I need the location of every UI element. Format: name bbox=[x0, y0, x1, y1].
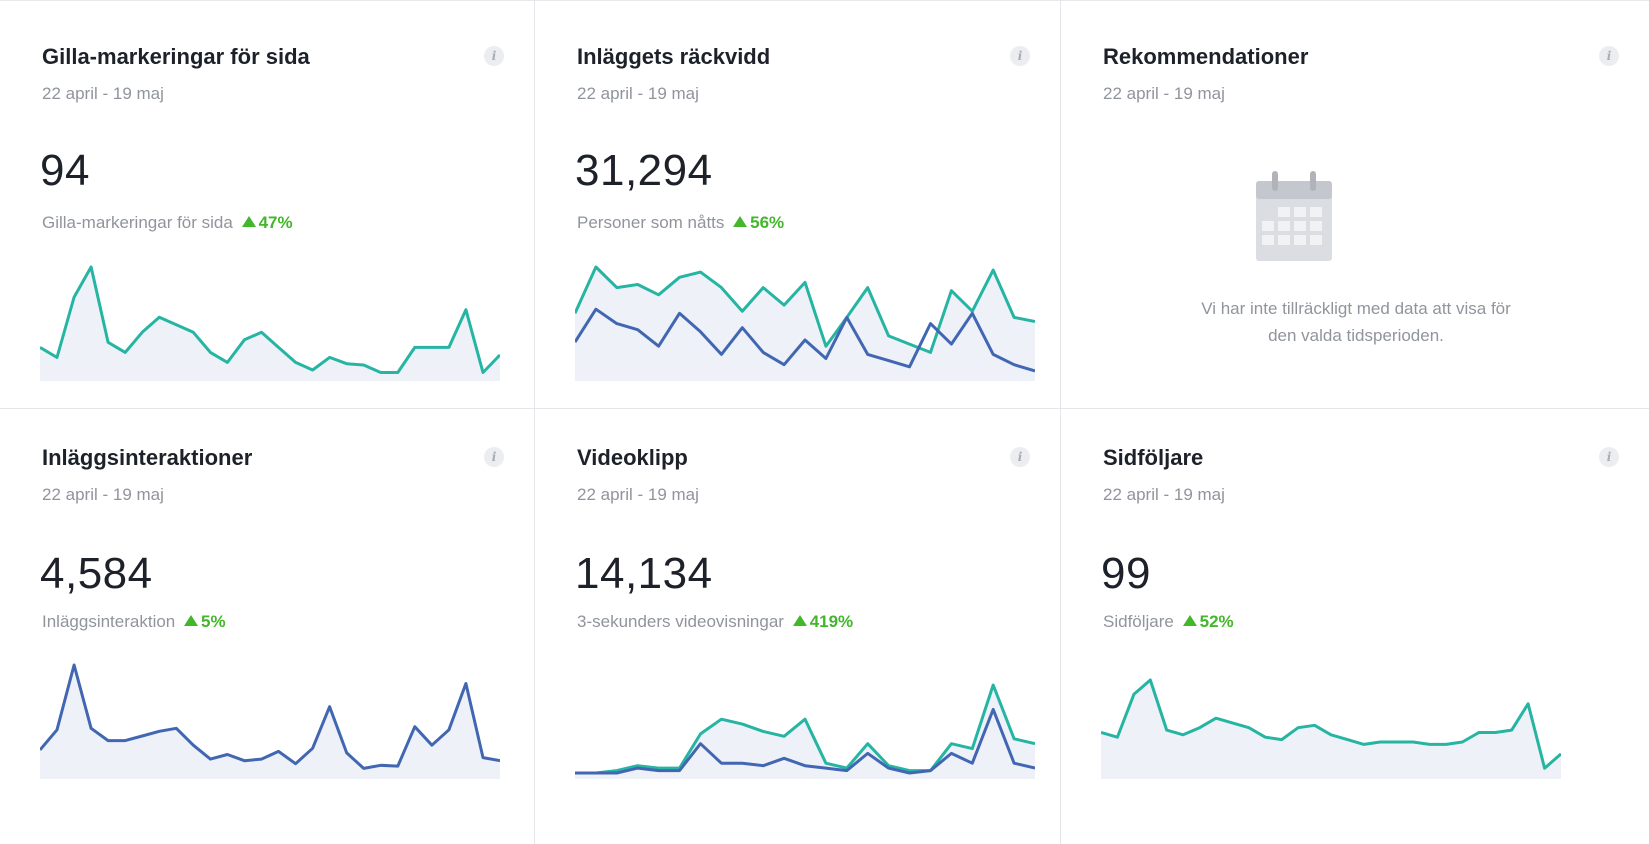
delta-badge: 56% bbox=[733, 213, 784, 232]
sparkline bbox=[40, 663, 500, 779]
sparkline bbox=[40, 265, 500, 381]
up-arrow-icon bbox=[241, 216, 256, 227]
delta-value: 419% bbox=[809, 612, 854, 631]
delta-badge: 47% bbox=[241, 213, 293, 232]
card-title: Sidföljare bbox=[1103, 445, 1204, 470]
delta-value: 56% bbox=[750, 213, 785, 232]
sparkline bbox=[1101, 678, 1561, 779]
card-date: 22 april - 19 maj bbox=[1103, 84, 1225, 103]
card-date: 22 april - 19 maj bbox=[42, 84, 164, 103]
card-value: 14,134 bbox=[575, 549, 713, 598]
card-date: 22 april - 19 maj bbox=[1103, 485, 1225, 504]
sparkline-area bbox=[40, 267, 500, 381]
card-followers[interactable]: Sidföljare 22 april - 19 maj i 99 Sidföl… bbox=[1061, 409, 1649, 844]
card-metric: Personer som nåtts 56% bbox=[577, 213, 784, 233]
up-arrow-icon bbox=[792, 615, 807, 626]
sparkline bbox=[575, 683, 1035, 779]
card-value: 94 bbox=[40, 146, 90, 195]
card-value: 99 bbox=[1101, 549, 1151, 598]
card-value: 4,584 bbox=[40, 549, 153, 598]
delta-value: 5% bbox=[201, 612, 226, 631]
card-title: Inläggets räckvidd bbox=[577, 44, 771, 69]
metric-label: Personer som nåtts bbox=[577, 213, 725, 232]
info-icon[interactable]: i bbox=[484, 447, 504, 467]
delta-badge: 52% bbox=[1182, 612, 1234, 631]
card-metric: Inläggsinteraktion 5% bbox=[42, 612, 226, 632]
card-metric: Gilla-markeringar för sida 47% bbox=[42, 213, 293, 233]
empty-state-line: den valda tidsperioden. bbox=[1268, 326, 1444, 345]
delta-value: 47% bbox=[258, 213, 293, 232]
card-metric: 3-sekunders videovisningar 419% bbox=[577, 612, 853, 632]
card-post-reach[interactable]: Inläggets räckvidd 22 april - 19 maj i 3… bbox=[535, 1, 1061, 409]
info-icon[interactable]: i bbox=[484, 46, 504, 66]
delta-badge: 5% bbox=[184, 612, 226, 631]
insights-grid: Gilla-markeringar för sida 22 april - 19… bbox=[0, 0, 1649, 844]
card-title: Videoklipp bbox=[577, 445, 688, 470]
metric-label: Gilla-markeringar för sida bbox=[42, 213, 233, 232]
card-date: 22 april - 19 maj bbox=[42, 485, 164, 504]
card-post-engagement[interactable]: Inläggsinteraktioner 22 april - 19 maj i… bbox=[0, 409, 535, 844]
card-title: Inläggsinteraktioner bbox=[42, 445, 253, 470]
info-icon[interactable]: i bbox=[1010, 447, 1030, 467]
metric-label: Sidföljare bbox=[1103, 612, 1174, 631]
info-icon[interactable]: i bbox=[1599, 447, 1619, 467]
info-icon[interactable]: i bbox=[1599, 46, 1619, 66]
up-arrow-icon bbox=[733, 216, 748, 227]
card-page-likes[interactable]: Gilla-markeringar för sida 22 april - 19… bbox=[0, 1, 535, 409]
card-metric: Sidföljare 52% bbox=[1103, 612, 1234, 632]
card-title: Rekommendationer bbox=[1103, 44, 1309, 69]
delta-value: 52% bbox=[1199, 612, 1234, 631]
empty-state-message: Vi har inte tillräckligt med data att vi… bbox=[1101, 295, 1611, 349]
sparkline bbox=[575, 265, 1035, 381]
up-arrow-icon bbox=[1182, 615, 1197, 626]
sparkline-area bbox=[40, 665, 500, 779]
calendar-icon bbox=[1256, 171, 1332, 261]
up-arrow-icon bbox=[184, 615, 198, 626]
card-value: 31,294 bbox=[575, 146, 713, 195]
info-icon[interactable]: i bbox=[1010, 46, 1030, 66]
card-date: 22 april - 19 maj bbox=[577, 485, 699, 504]
card-video[interactable]: Videoklipp 22 april - 19 maj i 14,134 3-… bbox=[535, 409, 1061, 844]
card-recommendations[interactable]: Rekommendationer 22 april - 19 maj i Vi … bbox=[1061, 1, 1649, 409]
metric-label: 3-sekunders videovisningar bbox=[577, 612, 784, 631]
empty-state-line: Vi har inte tillräckligt med data att vi… bbox=[1201, 299, 1511, 318]
card-date: 22 april - 19 maj bbox=[577, 84, 699, 103]
metric-label: Inläggsinteraktion bbox=[42, 612, 176, 631]
card-title: Gilla-markeringar för sida bbox=[42, 44, 310, 69]
delta-badge: 419% bbox=[792, 612, 854, 631]
